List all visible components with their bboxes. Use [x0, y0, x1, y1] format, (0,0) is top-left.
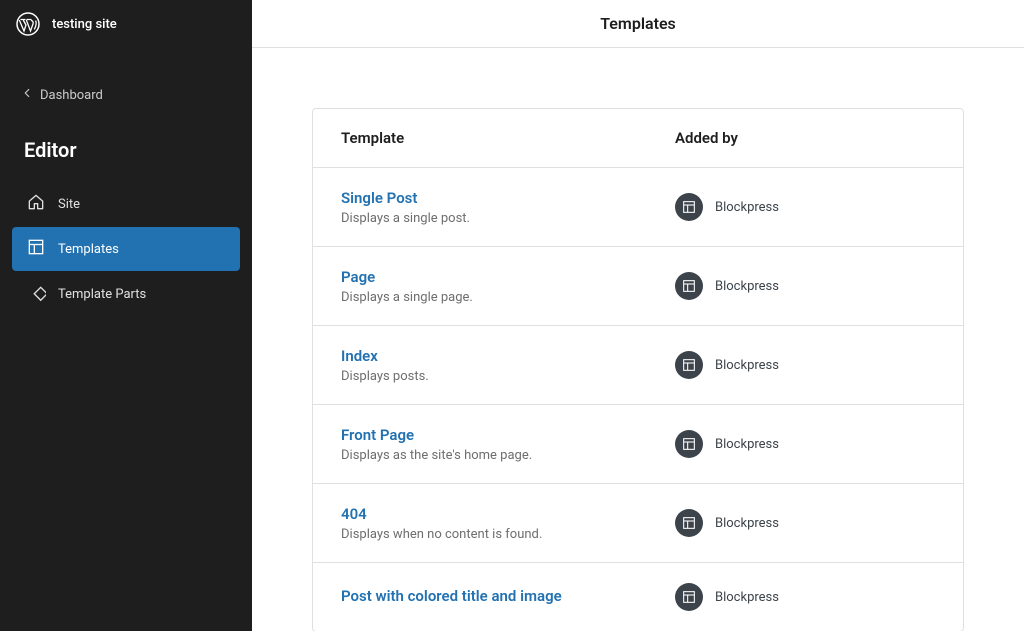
table-header: Template Added by [313, 109, 963, 168]
template-name-link[interactable]: Page [341, 268, 375, 286]
template-name-link[interactable]: Post with colored title and image [341, 587, 562, 605]
row-added-by-cell: Blockpress [675, 272, 935, 300]
main-content: Templates Template Added by Single Post D… [252, 0, 1024, 631]
sidebar-item-site[interactable]: Site [12, 182, 240, 226]
column-header-template: Template [341, 129, 675, 147]
template-name-link[interactable]: Single Post [341, 189, 417, 207]
editor-heading: Editor [0, 114, 252, 182]
main-header: Templates [252, 0, 1024, 48]
template-description: Displays when no content is found. [341, 527, 675, 542]
home-icon [26, 192, 46, 216]
added-by-name: Blockpress [715, 279, 779, 294]
template-description: Displays as the site's home page. [341, 448, 675, 463]
layout-icon [675, 272, 703, 300]
wordpress-logo-icon[interactable] [16, 12, 40, 36]
sidebar-item-templates[interactable]: Templates [12, 227, 240, 271]
row-template-cell: Single Post Displays a single post. [341, 188, 675, 226]
chevron-left-icon [20, 86, 34, 104]
layout-icon [675, 509, 703, 537]
sidebar-item-label: Site [58, 197, 80, 212]
added-by-name: Blockpress [715, 200, 779, 215]
table-row: Index Displays posts. Blockpress [313, 326, 963, 405]
row-template-cell: Post with colored title and image [341, 586, 675, 609]
templates-table: Template Added by Single Post Displays a … [312, 108, 964, 631]
layout-icon [675, 193, 703, 221]
added-by-name: Blockpress [715, 358, 779, 373]
table-row: 404 Displays when no content is found. Blo… [313, 484, 963, 563]
layout-icon [675, 351, 703, 379]
template-name-link[interactable]: Front Page [341, 426, 414, 444]
back-to-dashboard-link[interactable]: Dashboard [0, 76, 252, 114]
column-header-added-by: Added by [675, 129, 935, 147]
sidebar-nav: Site Templates Template Parts [0, 182, 252, 317]
sidebar-item-template-parts[interactable]: Template Parts [12, 272, 240, 316]
site-title[interactable]: testing site [52, 17, 117, 32]
sidebar: testing site Dashboard Editor Site Templ… [0, 0, 252, 631]
sidebar-item-label: Template Parts [58, 287, 146, 302]
row-template-cell: Page Displays a single page. [341, 267, 675, 305]
row-template-cell: 404 Displays when no content is found. [341, 504, 675, 542]
row-template-cell: Front Page Displays as the site's home pa… [341, 425, 675, 463]
added-by-name: Blockpress [715, 590, 779, 605]
template-description: Displays a single post. [341, 211, 675, 226]
layout-icon [26, 237, 46, 261]
row-added-by-cell: Blockpress [675, 583, 935, 611]
sidebar-header: testing site [0, 0, 252, 48]
symbol-icon [26, 282, 46, 306]
table-row: Front Page Displays as the site's home pa… [313, 405, 963, 484]
table-row: Single Post Displays a single post. Blockp… [313, 168, 963, 247]
template-description: Displays a single page. [341, 290, 675, 305]
sidebar-item-label: Templates [58, 242, 119, 257]
content-wrap: Template Added by Single Post Displays a … [252, 48, 1024, 631]
added-by-name: Blockpress [715, 437, 779, 452]
back-link-label: Dashboard [40, 88, 103, 103]
row-added-by-cell: Blockpress [675, 430, 935, 458]
row-added-by-cell: Blockpress [675, 193, 935, 221]
row-added-by-cell: Blockpress [675, 509, 935, 537]
table-row: Page Displays a single page. Blockpress [313, 247, 963, 326]
page-title: Templates [252, 14, 1024, 33]
template-name-link[interactable]: Index [341, 347, 378, 365]
template-name-link[interactable]: 404 [341, 505, 367, 523]
table-row: Post with colored title and image Blockpr… [313, 563, 963, 631]
row-template-cell: Index Displays posts. [341, 346, 675, 384]
template-description: Displays posts. [341, 369, 675, 384]
row-added-by-cell: Blockpress [675, 351, 935, 379]
layout-icon [675, 583, 703, 611]
added-by-name: Blockpress [715, 516, 779, 531]
layout-icon [675, 430, 703, 458]
